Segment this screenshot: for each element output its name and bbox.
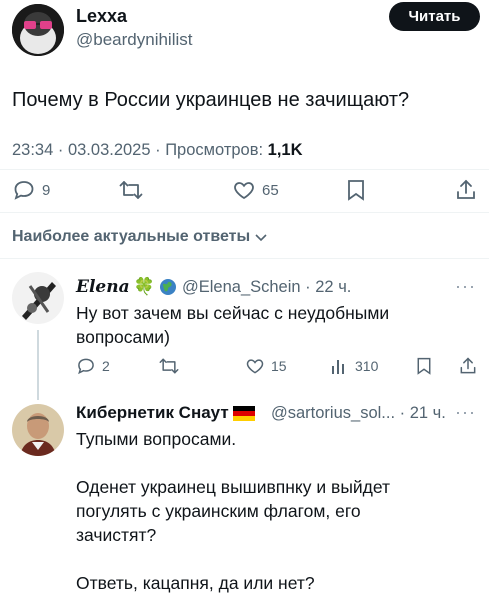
view-count: 1,1K — [267, 141, 303, 159]
reply-time[interactable]: · 21 ч. — [400, 404, 446, 422]
tweet-text: Почему в России украинцев не зачищают? — [12, 89, 410, 111]
like-action[interactable]: 65 — [232, 178, 279, 202]
analytics-icon — [329, 356, 349, 376]
reply-author-name: Кибернетик Снаут — [76, 403, 229, 422]
reply-author-name: Elena — [76, 277, 130, 297]
reply-action[interactable]: 9 — [12, 178, 50, 202]
follow-button[interactable]: Читать — [389, 2, 480, 31]
reply-bookmark-action[interactable] — [415, 356, 433, 376]
reply-views-action[interactable]: 310 — [329, 356, 378, 376]
thread-line — [37, 330, 39, 400]
reply-like-action[interactable]: 15 — [245, 356, 287, 376]
heart-icon — [232, 178, 256, 202]
share-icon — [454, 178, 478, 202]
reply-count: 2 — [102, 358, 110, 374]
retweet-icon — [158, 356, 180, 376]
reply-time[interactable]: · 22 ч. — [305, 278, 351, 296]
divider — [0, 212, 489, 213]
reply-avatar[interactable] — [12, 404, 64, 456]
reply-count: 9 — [42, 181, 51, 199]
reply-meta: @Elena_Schein · 22 ч. — [182, 278, 351, 297]
reply-text: Ну вот зачем вы сейчас с неудобными вопр… — [76, 303, 390, 347]
reply-handle[interactable]: @sartorius_sol... — [271, 404, 395, 422]
author-handle[interactable]: @beardynihilist — [76, 30, 192, 50]
share-icon — [458, 356, 478, 376]
bookmark-icon — [345, 178, 367, 202]
clover-emoji: 🍀 — [133, 277, 155, 296]
divider — [0, 169, 489, 170]
retweet-action[interactable] — [118, 178, 144, 202]
share-action[interactable] — [454, 178, 478, 202]
reply-share-action[interactable] — [458, 356, 478, 376]
chevron-down-icon — [254, 230, 268, 244]
tweet-timestamp[interactable]: 23:34 · 03.03.2025 · Просмотров: — [12, 141, 268, 159]
views-count: 310 — [355, 358, 379, 374]
divider — [0, 258, 489, 259]
bookmark-icon — [415, 356, 433, 376]
reply-handle[interactable]: @Elena_Schein — [182, 278, 301, 296]
heart-icon — [245, 356, 265, 376]
reply-author[interactable]: Elena 🍀 — [76, 277, 177, 297]
reply-author[interactable]: Кибернетик Снаут — [76, 403, 255, 423]
reply-avatar[interactable] — [12, 272, 64, 324]
author-avatar[interactable] — [12, 4, 64, 56]
reply-meta: @sartorius_sol... · 21 ч. — [271, 404, 446, 423]
german-flag-icon — [232, 405, 255, 421]
more-options-icon[interactable]: ··· — [455, 402, 476, 423]
reply-retweet-action[interactable] — [158, 356, 180, 376]
globe-icon — [159, 278, 177, 296]
reply-reply-action[interactable]: 2 — [76, 356, 110, 376]
reply-icon — [76, 356, 96, 376]
like-count: 15 — [271, 358, 287, 374]
tweet-meta: 23:34 · 03.03.2025 · Просмотров: 1,1K — [12, 141, 303, 160]
like-count: 65 — [262, 181, 279, 199]
reply-icon — [12, 178, 36, 202]
replies-sort-label: Наиболее актуальные ответы — [12, 228, 251, 245]
replies-sort-dropdown[interactable]: Наиболее актуальные ответы — [12, 228, 268, 246]
retweet-icon — [118, 178, 144, 202]
author-name[interactable]: Lexxa — [76, 6, 127, 27]
bookmark-action[interactable] — [345, 178, 367, 202]
reply-text: Тупыми вопросами. Оденет украинец вышивп… — [76, 429, 391, 593]
more-options-icon[interactable]: ··· — [455, 276, 476, 297]
